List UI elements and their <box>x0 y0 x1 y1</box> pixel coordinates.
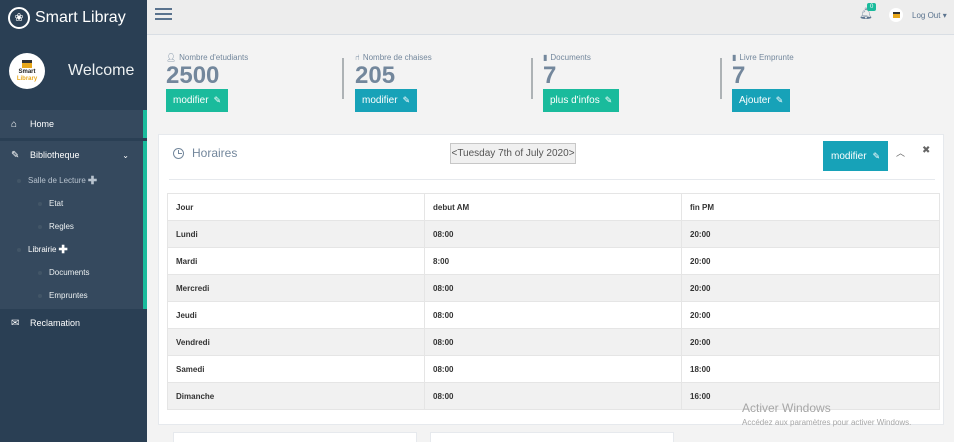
table-header-row: Jour debut AM fin PM <box>167 193 940 221</box>
logout-dropdown[interactable]: Log Out ▾ <box>912 11 947 20</box>
library-logo: Smart Library <box>9 53 45 89</box>
divider <box>720 58 722 99</box>
table-row: Lundi 08:00 20:00 <box>167 220 940 248</box>
bottom-panel <box>430 432 674 442</box>
column-header: fin PM <box>681 193 940 221</box>
bottom-panel <box>173 432 417 442</box>
sidebar-item-bibliotheque[interactable]: ✎ Bibliotheque ⌄ <box>0 141 147 169</box>
modifier-horaires-button[interactable]: modifier ✎ <box>823 141 889 171</box>
tile-livre-emprunte: ▮ Livre Emprunte 7 Ajouter ✎ <box>732 53 794 112</box>
brand[interactable]: ❀ Smart Libray <box>0 0 147 35</box>
table-row: Samedi 08:00 18:00 <box>167 355 940 383</box>
chairs-count: 205 <box>355 62 396 89</box>
table-row: Vendredi 08:00 20:00 <box>167 328 940 356</box>
book-icon: ▮ <box>732 53 737 62</box>
windows-activation-watermark: Activer Windows Accédez aux paramètres p… <box>742 401 912 427</box>
topbar: 🔔︎ 0 Log Out ▾ <box>147 0 954 35</box>
sidebar-item-reclamation[interactable]: ✉ Reclamation <box>0 309 147 337</box>
pencil-icon: ✎ <box>775 95 784 105</box>
chevron-down-icon: ⌄ <box>122 150 129 160</box>
collapse-icon[interactable]: ︿ <box>896 146 905 159</box>
date-selector[interactable]: < Tuesday 7th of July 2020 > <box>450 143 576 164</box>
sidebar-item-empruntes[interactable]: Empruntes <box>0 284 143 307</box>
user-icon: 👤︎ <box>166 53 177 62</box>
close-icon[interactable]: ✖ <box>922 145 930 156</box>
home-icon: ⌂ <box>11 118 18 130</box>
plus-icon: ✚ <box>58 244 68 256</box>
tile-students: 👤︎ Nombre d'etudiants 2500 modifier ✎ <box>166 53 248 112</box>
modifier-chairs-button[interactable]: modifier ✎ <box>355 89 418 112</box>
clock-icon <box>173 147 184 159</box>
panel-title: Horaires <box>173 146 237 160</box>
paw-icon: ❀ <box>8 6 30 29</box>
sidebar: ❀ Smart Libray Smart Library Welcome ⌂ H… <box>0 0 147 442</box>
sidebar-item-etat[interactable]: Etat <box>0 192 143 215</box>
pencil-icon: ✎ <box>402 95 411 105</box>
livre-count: 7 <box>732 62 746 89</box>
horaires-table: Jour debut AM fin PM Lundi 08:00 20:00 Mar… <box>167 193 940 410</box>
edit-icon: ✎ <box>11 149 20 161</box>
sidebar-nav: ⌂ Home ✎ Bibliotheque ⌄ Salle de Lecture… <box>0 110 147 337</box>
sidebar-item-librairie[interactable]: Librairie ✚ <box>0 238 143 261</box>
divider <box>342 58 344 99</box>
chair-icon: ⑁ <box>355 53 360 62</box>
envelope-icon: ✉ <box>11 317 20 329</box>
sidebar-item-salle-de-lecture[interactable]: Salle de Lecture ✚ <box>0 169 143 192</box>
modifier-students-button[interactable]: modifier ✎ <box>166 89 229 112</box>
pencil-icon: ✎ <box>604 95 613 105</box>
plus-icon: ✚ <box>87 175 98 187</box>
notification-badge: 0 <box>867 3 877 11</box>
column-header: Jour <box>167 193 425 221</box>
pencil-icon: ✎ <box>213 95 222 105</box>
horaires-panel: Horaires < Tuesday 7th of July 2020 > modi… <box>158 134 944 425</box>
documents-count: 7 <box>543 62 557 89</box>
column-header: debut AM <box>424 193 682 221</box>
tile-documents: ▮ Documents 7 plus d'infos ✎ <box>543 53 620 112</box>
plus-infos-button[interactable]: plus d'infos ✎ <box>543 89 620 112</box>
avatar[interactable] <box>889 8 903 22</box>
next-date-icon: > <box>568 148 575 159</box>
tile-chairs: ⑁ Nombre de chaises 205 modifier ✎ <box>355 53 432 112</box>
sidebar-item-home[interactable]: ⌂ Home <box>0 110 147 138</box>
sidebar-item-documents[interactable]: Documents <box>0 261 143 284</box>
ajouter-button[interactable]: Ajouter ✎ <box>732 89 791 112</box>
table-row: Mercredi 08:00 20:00 <box>167 274 940 302</box>
table-row: Jeudi 08:00 20:00 <box>167 301 940 329</box>
welcome-text: Welcome <box>68 62 135 79</box>
sidebar-item-regles[interactable]: Regles <box>0 215 143 238</box>
menu-toggle-icon[interactable] <box>155 8 172 22</box>
brand-title: Smart Libray <box>35 8 126 26</box>
profile: Smart Library Welcome <box>0 35 147 107</box>
divider <box>169 179 935 180</box>
bibliotheque-submenu: Salle de Lecture ✚ Etat Regles Librairie ✚… <box>0 169 147 309</box>
book-icon: ▮ <box>543 53 548 62</box>
students-count: 2500 <box>166 62 220 89</box>
table-row: Mardi 8:00 20:00 <box>167 247 940 275</box>
pencil-icon: ✎ <box>872 150 881 161</box>
divider <box>531 58 533 99</box>
